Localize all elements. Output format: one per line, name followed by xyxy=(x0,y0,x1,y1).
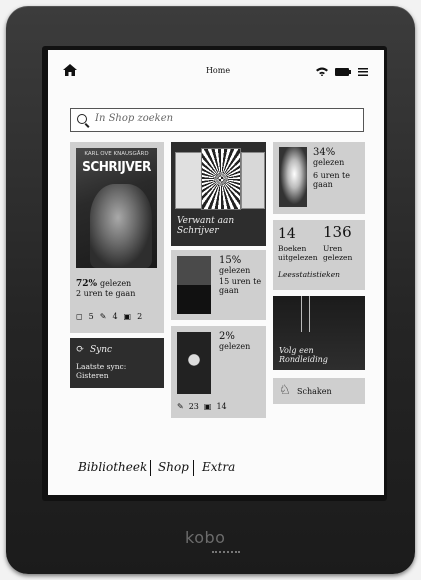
book-34-time-left: 6 uren te gaan xyxy=(313,171,350,189)
cover-title: SCHRIJVER xyxy=(82,159,151,175)
sync-label[interactable]: Sync xyxy=(90,345,112,355)
nav-divider xyxy=(150,460,151,476)
related-tile[interactable]: Verwant aan Schrijver xyxy=(171,142,266,246)
tour-label: Volg een Rondleiding xyxy=(279,346,328,364)
book-15-percent: 15% xyxy=(219,255,242,266)
tour-graphic-2 xyxy=(309,296,310,332)
nav-divider xyxy=(193,460,194,476)
note-icon: ▣ xyxy=(203,402,212,411)
book-15-time-left: 15 uren te gaan xyxy=(219,277,262,295)
hours-label: Uren gelezen xyxy=(323,244,353,262)
current-book-percent-suffix: gelezen xyxy=(99,279,132,288)
reading-stats-link[interactable]: Leesstatistieken xyxy=(278,270,340,280)
chess-icon: ♘ xyxy=(279,383,291,398)
current-book-tile[interactable]: KARL OVE KNAUSGÅRD SCHRIJVER 72% gelezen… xyxy=(70,142,164,333)
current-book-progress: 72% gelezen xyxy=(76,279,131,289)
book-cover-schrijver[interactable]: KARL OVE KNAUSGÅRD SCHRIJVER xyxy=(76,148,157,268)
related-book-1[interactable] xyxy=(175,152,202,209)
tour-tile[interactable]: Volg een Rondleiding xyxy=(273,296,365,370)
page-title: Home xyxy=(205,66,231,75)
related-book-2[interactable] xyxy=(201,148,241,210)
home-icon[interactable] xyxy=(63,64,77,76)
current-book-stats: ◻ 5 ✎ 4 ▣ 2 xyxy=(76,312,142,321)
book-tile-2[interactable]: 2% gelezen ✎ 23 ▣ 14 xyxy=(171,326,266,418)
chess-label: Schaken xyxy=(297,387,332,396)
annotation-count: 4 xyxy=(112,312,118,321)
note-icon: ▣ xyxy=(123,312,132,321)
related-label: Verwant aan Schrijver xyxy=(177,216,235,236)
current-book-percent: 72% xyxy=(76,279,98,289)
brand-logo: kobo xyxy=(185,528,226,547)
books-count: 14 xyxy=(278,226,296,242)
cover-author: KARL OVE KNAUSGÅRD xyxy=(84,151,149,157)
note-count: 2 xyxy=(137,312,143,321)
books-label: Boeken uitgelezen xyxy=(278,244,318,262)
pencil-icon: ✎ xyxy=(177,402,184,411)
nav-library[interactable]: Bibliotheek xyxy=(78,460,147,474)
bookmark-icon: ◻ xyxy=(76,312,83,321)
search-input[interactable]: In Shop zoeken xyxy=(70,108,364,132)
related-book-3[interactable] xyxy=(241,152,265,209)
menu-icon[interactable] xyxy=(358,68,368,76)
book-2-percent-suffix: gelezen xyxy=(219,342,251,351)
battery-icon[interactable] xyxy=(335,68,351,76)
book-cover-bust[interactable] xyxy=(279,147,307,207)
status-bar: Home xyxy=(48,50,384,90)
bookmark-count: 5 xyxy=(88,312,94,321)
brand-underline xyxy=(212,548,240,553)
search-placeholder: In Shop zoeken xyxy=(95,113,174,124)
nav-extra[interactable]: Extra xyxy=(202,460,235,474)
book-tile-15[interactable]: 15% gelezen 15 uren te gaan xyxy=(171,250,266,320)
ereader-device: Home In Shop zoeken KARL OVE KNAUSGÅRD S… xyxy=(6,6,415,574)
hours-count: 136 xyxy=(323,223,352,241)
book-cover-egg[interactable] xyxy=(177,332,211,394)
book-2-stats: ✎ 23 ▣ 14 xyxy=(177,402,227,411)
book-2-notes: 14 xyxy=(216,402,227,411)
tour-graphic xyxy=(301,296,302,332)
cover-portrait xyxy=(90,184,152,268)
book-34-percent: 34% xyxy=(313,147,336,158)
sync-status: Laatste sync: Gisteren xyxy=(76,362,127,380)
book-2-annotations: 23 xyxy=(188,402,199,411)
book-15-percent-suffix: gelezen xyxy=(219,266,251,275)
search-icon xyxy=(77,114,87,124)
book-2-percent: 2% xyxy=(219,331,235,342)
home-screen: Home In Shop zoeken KARL OVE KNAUSGÅRD S… xyxy=(48,50,384,495)
book-34-percent-suffix: gelezen xyxy=(313,158,345,167)
reading-stats-tile[interactable]: 14 136 Boeken uitgelezen Uren gelezen Le… xyxy=(273,220,365,290)
pencil-icon: ✎ xyxy=(99,312,107,321)
book-tile-34[interactable]: 34% gelezen 6 uren te gaan xyxy=(273,142,365,214)
sync-tile[interactable]: ⟳ Sync Laatste sync: Gisteren xyxy=(70,338,164,388)
chess-tile[interactable]: ♘ Schaken xyxy=(273,378,365,404)
sync-icon: ⟳ xyxy=(76,344,85,355)
book-cover-forest[interactable] xyxy=(177,256,211,314)
wifi-icon[interactable] xyxy=(316,67,328,76)
current-book-time-left: 2 uren te gaan xyxy=(76,289,136,298)
nav-shop[interactable]: Shop xyxy=(158,460,189,474)
